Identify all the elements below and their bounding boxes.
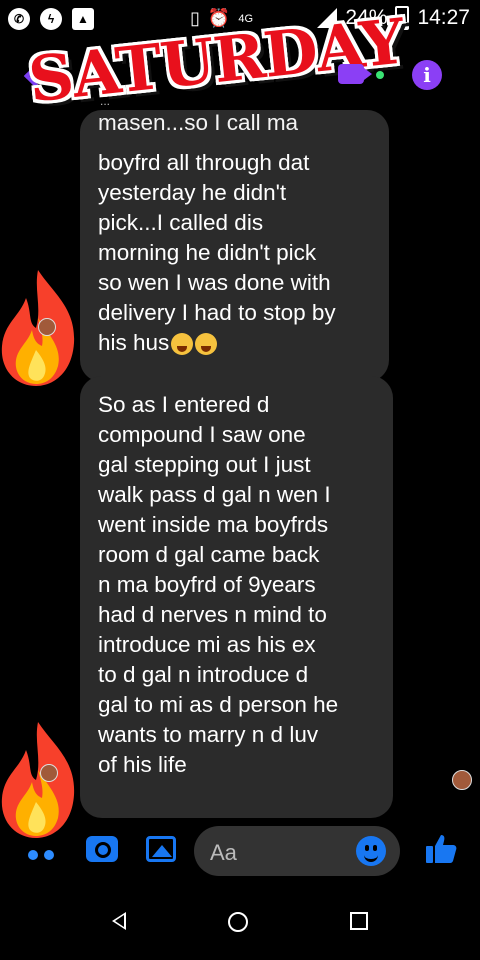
messenger-icon: ϟ [40, 8, 62, 30]
online-dot [376, 71, 384, 79]
message-text: So as I entered d compound I saw one gal… [98, 392, 339, 777]
message-bubble[interactable]: masen...so I call ma boyfrd all through … [80, 110, 389, 382]
sender-avatar[interactable] [38, 318, 56, 336]
message-input-placeholder: Aa [210, 840, 237, 865]
clipped-message-line: masen...so I call ma [98, 110, 299, 135]
info-icon[interactable]: i [412, 60, 442, 90]
message-bubble[interactable]: So as I entered d compound I saw one gal… [80, 376, 393, 818]
image-icon[interactable] [146, 836, 176, 862]
nav-back-icon[interactable] [112, 912, 126, 930]
nav-recents-icon[interactable] [350, 912, 368, 930]
like-icon[interactable] [424, 832, 458, 866]
more-dots-icon[interactable] [28, 850, 54, 860]
nav-home-icon[interactable] [228, 912, 248, 932]
message-text: boyfrd all through dat yesterday he didn… [98, 150, 336, 355]
contact-status: ... [100, 94, 111, 108]
seen-avatar [452, 770, 472, 790]
crying-emoji-icon [195, 333, 218, 356]
sender-avatar[interactable] [40, 764, 58, 782]
whatsapp-icon: ✆ [8, 8, 30, 30]
notification-icons: ✆ ϟ ▲ [8, 8, 94, 30]
camera-icon[interactable] [86, 836, 118, 862]
video-call-icon[interactable] [338, 64, 372, 84]
crying-emoji-icon [171, 333, 194, 356]
message-composer: Aa [0, 820, 480, 880]
clock: 14:27 [417, 6, 470, 29]
message-input[interactable]: Aa [194, 826, 400, 876]
system-nav-bar [0, 880, 480, 960]
gallery-icon: ▲ [72, 8, 94, 30]
emoji-icon[interactable] [356, 836, 386, 866]
